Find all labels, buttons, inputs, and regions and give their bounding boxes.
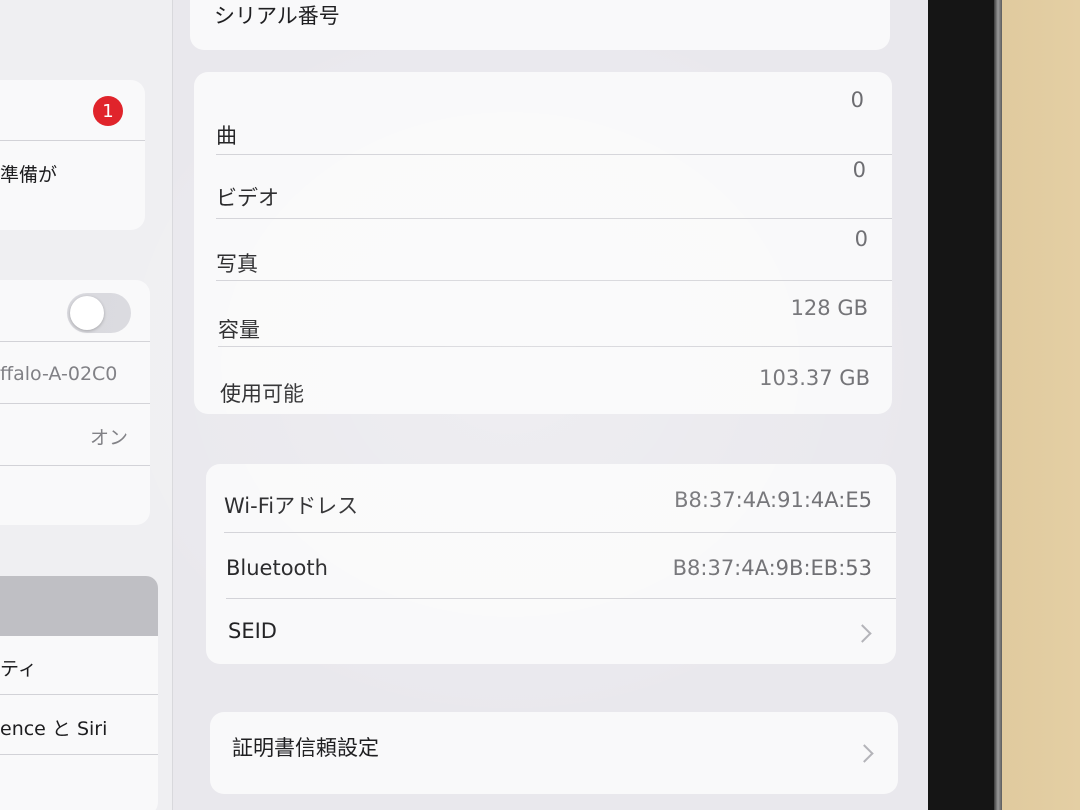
device-edge — [994, 0, 1002, 810]
airplane-mode-toggle[interactable] — [67, 293, 131, 333]
divider — [0, 694, 158, 695]
sidebar-item-siri[interactable]: ence と Siri — [0, 714, 107, 741]
seid-label: SEID — [228, 619, 277, 643]
notification-badge: 1 — [93, 96, 123, 126]
wifi-address-label: Wi-Fiアドレス — [224, 494, 359, 518]
divider — [0, 341, 150, 342]
bluetooth-address-label: Bluetooth — [226, 556, 328, 580]
divider — [218, 346, 892, 347]
divider — [0, 465, 150, 466]
sidebar-item-accessibility[interactable]: ティ — [0, 654, 37, 681]
bluetooth-status[interactable]: オン — [90, 423, 128, 450]
divider — [216, 280, 892, 281]
certificate-trust-row[interactable]: 証明書信頼設定 — [210, 712, 898, 794]
capacity-label: 容量 — [218, 318, 260, 342]
photos-value: 0 — [854, 227, 868, 251]
serial-number-card: シリアル番号 — [190, 0, 890, 50]
network-info-card: Wi-Fiアドレス B8:37:4A:91:4A:E5 Bluetooth B8… — [206, 464, 896, 664]
divider — [0, 754, 158, 755]
certificate-trust-label: 証明書信頼設定 — [232, 736, 379, 760]
toggle-knob — [70, 296, 104, 330]
seid-row[interactable]: SEID — [206, 599, 896, 664]
capacity-value: 128 GB — [790, 296, 868, 320]
sidebar-item-general-selected[interactable] — [0, 576, 158, 636]
songs-value: 0 — [850, 88, 864, 112]
divider — [0, 403, 150, 404]
settings-sidebar: 1 準備が ffalo-A-02C0 オン ティ ence と Siri — [0, 0, 173, 810]
sidebar-connectivity-card: ffalo-A-02C0 オン — [0, 280, 150, 525]
update-ready-text: 準備が — [0, 164, 58, 186]
ipad-screen: 1 準備が ffalo-A-02C0 オン ティ ence と Siri シリア… — [0, 0, 928, 810]
available-label: 使用可能 — [220, 382, 304, 406]
divider — [216, 218, 892, 219]
media-info-card: 0 曲 0 ビデオ 0 写真 128 GB 容量 103.37 GB 使用可能 — [194, 72, 892, 414]
videos-value: 0 — [852, 158, 866, 182]
songs-label: 曲 — [216, 124, 237, 148]
divider — [0, 140, 145, 141]
wifi-address-value: B8:37:4A:91:4A:E5 — [674, 488, 872, 512]
sidebar-general-card: ティ ence と Siri — [0, 576, 158, 810]
videos-label: ビデオ — [216, 186, 279, 210]
chevron-right-icon — [853, 624, 872, 643]
divider — [216, 154, 892, 155]
photos-label: 写真 — [216, 252, 258, 276]
sidebar-update-card[interactable]: 1 準備が — [0, 80, 145, 230]
bluetooth-address-value: B8:37:4A:9B:EB:53 — [672, 556, 872, 580]
divider — [224, 532, 896, 533]
wifi-network-name[interactable]: ffalo-A-02C0 — [0, 363, 117, 385]
available-value: 103.37 GB — [759, 366, 870, 390]
chevron-right-icon — [855, 744, 874, 763]
serial-number-label: シリアル番号 — [214, 4, 340, 28]
